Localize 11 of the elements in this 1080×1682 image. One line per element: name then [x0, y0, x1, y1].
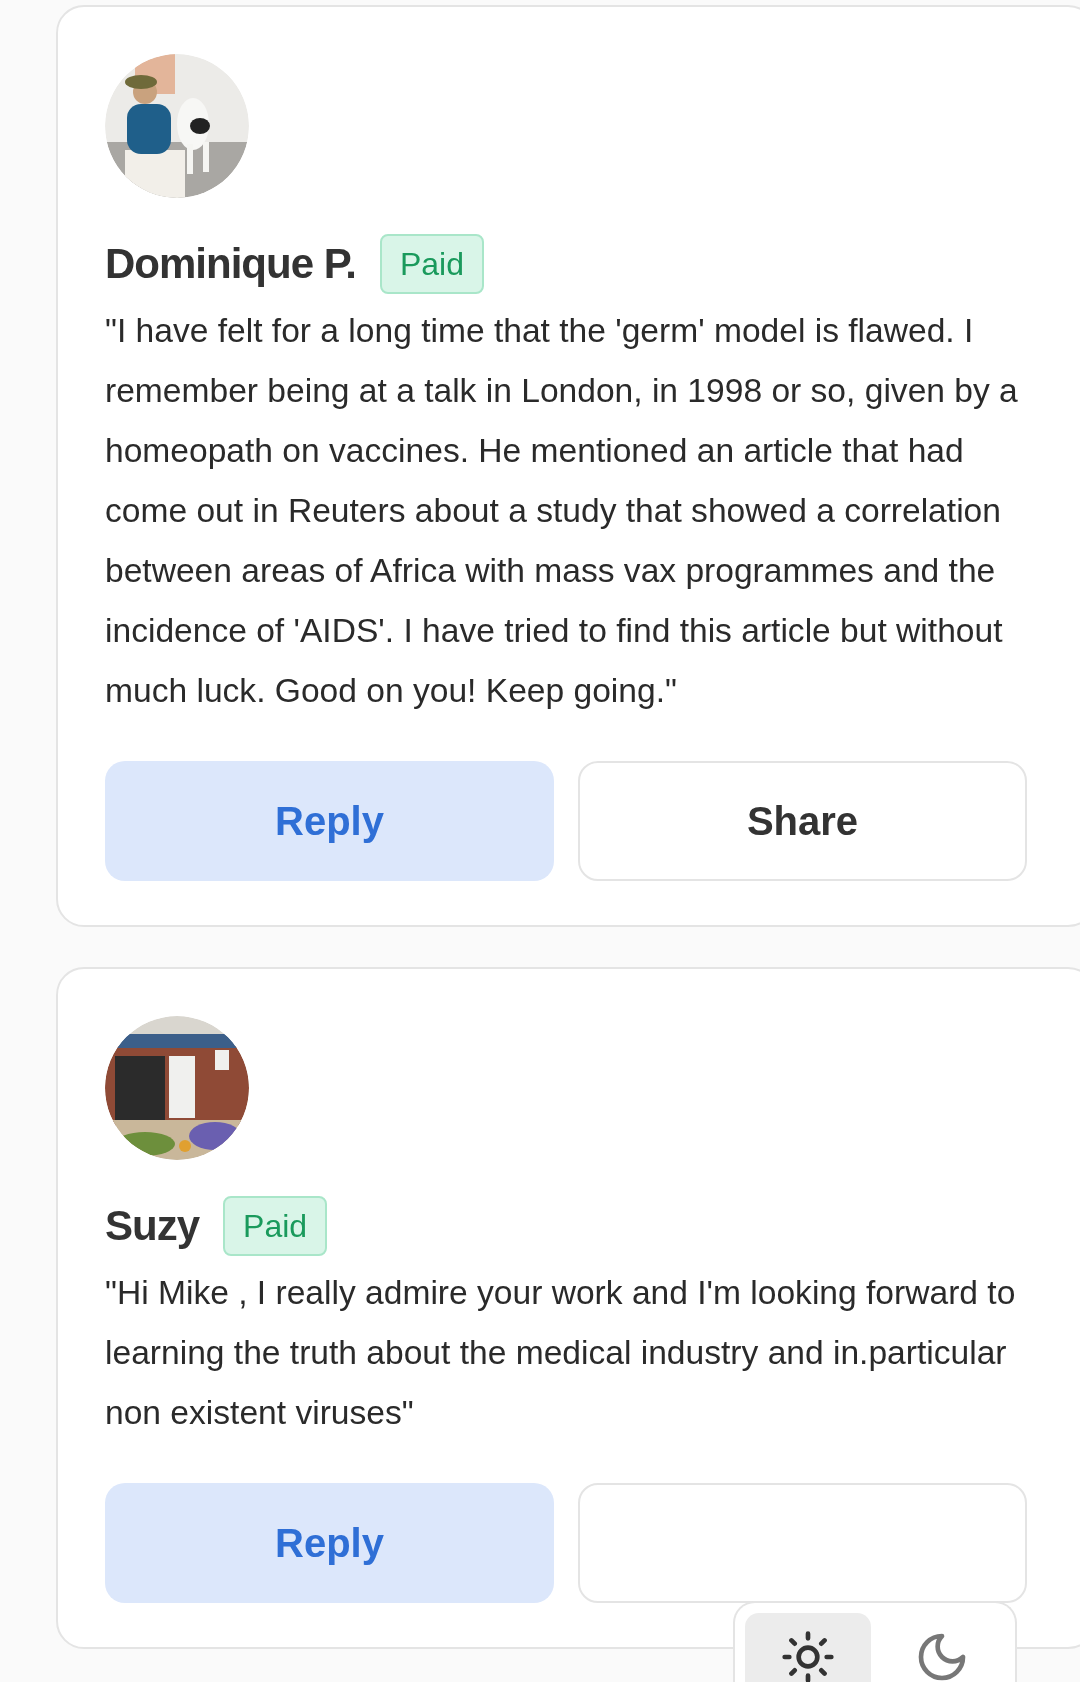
author-name: Dominique P.: [105, 239, 356, 289]
reply-button[interactable]: Reply: [105, 1483, 554, 1603]
light-mode-button[interactable]: [745, 1613, 871, 1682]
comment-text: "Hi Mike , I really admire your work and I'm looking forward to learning the truth about the medical industry and in.particular non existent viruses": [105, 1273, 1017, 1433]
author-name: Suzy: [105, 1201, 200, 1251]
sun-icon: [780, 1629, 836, 1682]
paid-badge: Paid: [223, 1195, 328, 1256]
share-button[interactable]: Share: [578, 761, 1027, 881]
paid-badge: Paid: [379, 233, 484, 294]
comment-text: "I have felt for a long time that the 'germ' model is flawed. I remember being at a talk in London, in 1998 or so, given by a homeopath on vaccines. He mentioned an article that had come out in Reuters about a study that showed a correlation between areas of Africa with mass vax programmes and the incidence of 'AIDS'. I have tried to find this article but without much luck. Good on you! Keep going.": [105, 311, 1019, 711]
reply-button[interactable]: Reply: [105, 761, 554, 881]
